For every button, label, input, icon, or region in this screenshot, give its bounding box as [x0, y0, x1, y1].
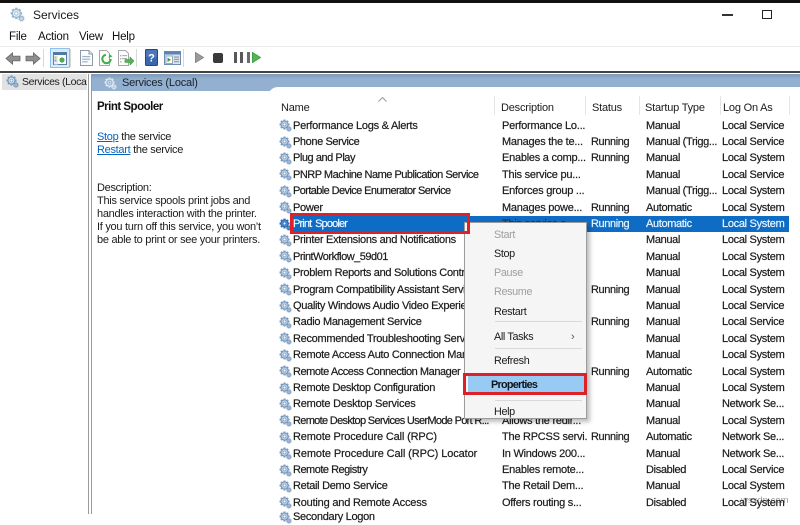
svg-text:?: ?	[148, 53, 155, 65]
